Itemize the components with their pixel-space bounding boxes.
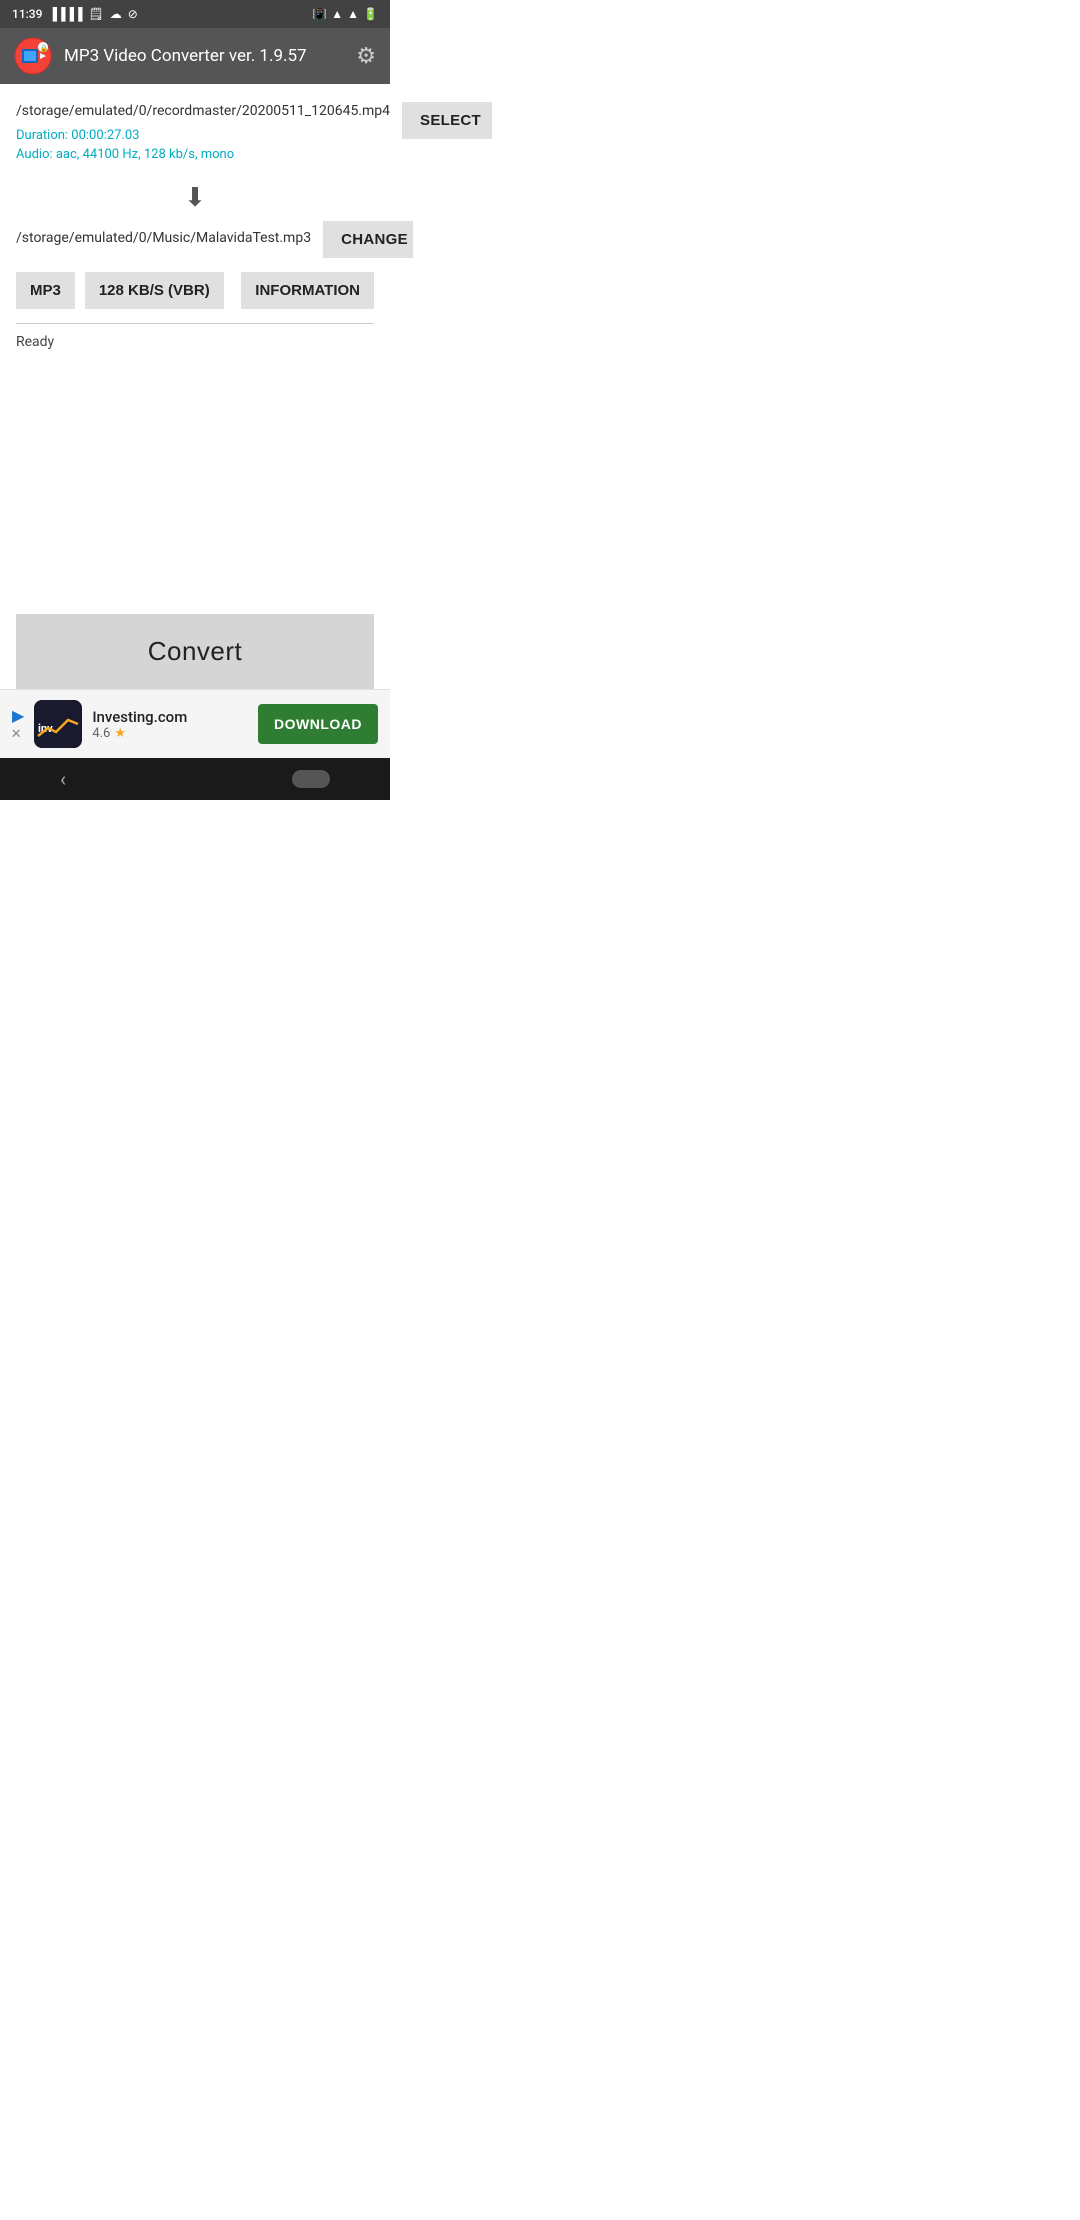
svg-text:🔒: 🔒 <box>40 45 49 53</box>
output-file-path: /storage/emulated/0/Music/MalavidaTest.m… <box>16 229 323 249</box>
app-title: MP3 Video Converter ver. 1.9.57 <box>64 46 344 66</box>
app-bar: 🔒 MP3 Video Converter ver. 1.9.57 ⚙ <box>0 28 390 84</box>
signal-strength-icon: ▲ <box>347 7 359 21</box>
source-file-row: /storage/emulated/0/recordmaster/2020051… <box>16 102 374 165</box>
ad-play-icon[interactable]: ▶ <box>12 706 24 725</box>
format-button[interactable]: MP3 <box>16 272 75 309</box>
status-bar: 11:39 ▐▐▐▐ 🗒 ☁ ⊘ 📳 ▲ ▲ 🔋 <box>0 0 390 28</box>
ad-star-icon: ★ <box>114 726 126 741</box>
output-file-row: /storage/emulated/0/Music/MalavidaTest.m… <box>16 221 374 258</box>
settings-icon[interactable]: ⚙ <box>356 44 376 69</box>
home-button[interactable] <box>292 770 330 788</box>
ad-text-block: Investing.com 4.6 ★ <box>92 708 248 741</box>
time-display: 11:39 <box>12 7 42 21</box>
source-audio: Audio: aac, 44100 Hz, 128 kb/s, mono <box>16 145 390 165</box>
source-file-info: /storage/emulated/0/recordmaster/2020051… <box>16 102 402 165</box>
app-logo: 🔒 <box>14 37 52 75</box>
main-content: /storage/emulated/0/recordmaster/2020051… <box>0 84 390 689</box>
source-file-path: /storage/emulated/0/recordmaster/2020051… <box>16 102 390 122</box>
notification-icon: 🗒 <box>88 7 103 21</box>
format-row: MP3 128 KB/S (VBR) INFORMATION <box>16 272 374 309</box>
ad-app-logo: inv <box>34 700 82 748</box>
down-arrow-icon: ⬇ <box>184 183 206 213</box>
signal-icon: ▐▐▐▐ <box>48 7 82 21</box>
convert-button[interactable]: Convert <box>16 614 374 689</box>
change-button[interactable]: CHANGE <box>323 221 413 258</box>
status-right: 📳 ▲ ▲ 🔋 <box>312 7 378 21</box>
vibrate-icon: 📳 <box>312 7 327 21</box>
status-text: Ready <box>16 334 374 350</box>
no-symbol-icon: ⊘ <box>128 7 138 21</box>
ad-rating-value: 4.6 <box>92 726 110 741</box>
ad-banner: ▶ ✕ inv Investing.com 4.6 ★ DOWNLOAD <box>0 689 390 758</box>
arrow-row: ⬇ <box>16 183 374 213</box>
information-button[interactable]: INFORMATION <box>241 272 374 309</box>
wifi-icon: ▲ <box>331 7 343 21</box>
ad-app-name: Investing.com <box>92 708 248 726</box>
select-button[interactable]: SELECT <box>402 102 492 139</box>
back-button[interactable]: ‹ <box>60 767 66 791</box>
content-spacer <box>16 350 374 606</box>
cloud-icon: ☁ <box>110 7 122 21</box>
ad-rating: 4.6 ★ <box>92 726 248 741</box>
ad-download-button[interactable]: DOWNLOAD <box>258 704 378 744</box>
source-duration: Duration: 00:00:27.03 <box>16 126 390 146</box>
ad-close-icon[interactable]: ✕ <box>11 727 22 742</box>
status-left: 11:39 ▐▐▐▐ 🗒 ☁ ⊘ <box>12 7 138 21</box>
nav-bar: ‹ <box>0 758 390 800</box>
battery-icon: 🔋 <box>363 7 378 21</box>
divider <box>16 323 374 324</box>
bitrate-button[interactable]: 128 KB/S (VBR) <box>85 272 224 309</box>
